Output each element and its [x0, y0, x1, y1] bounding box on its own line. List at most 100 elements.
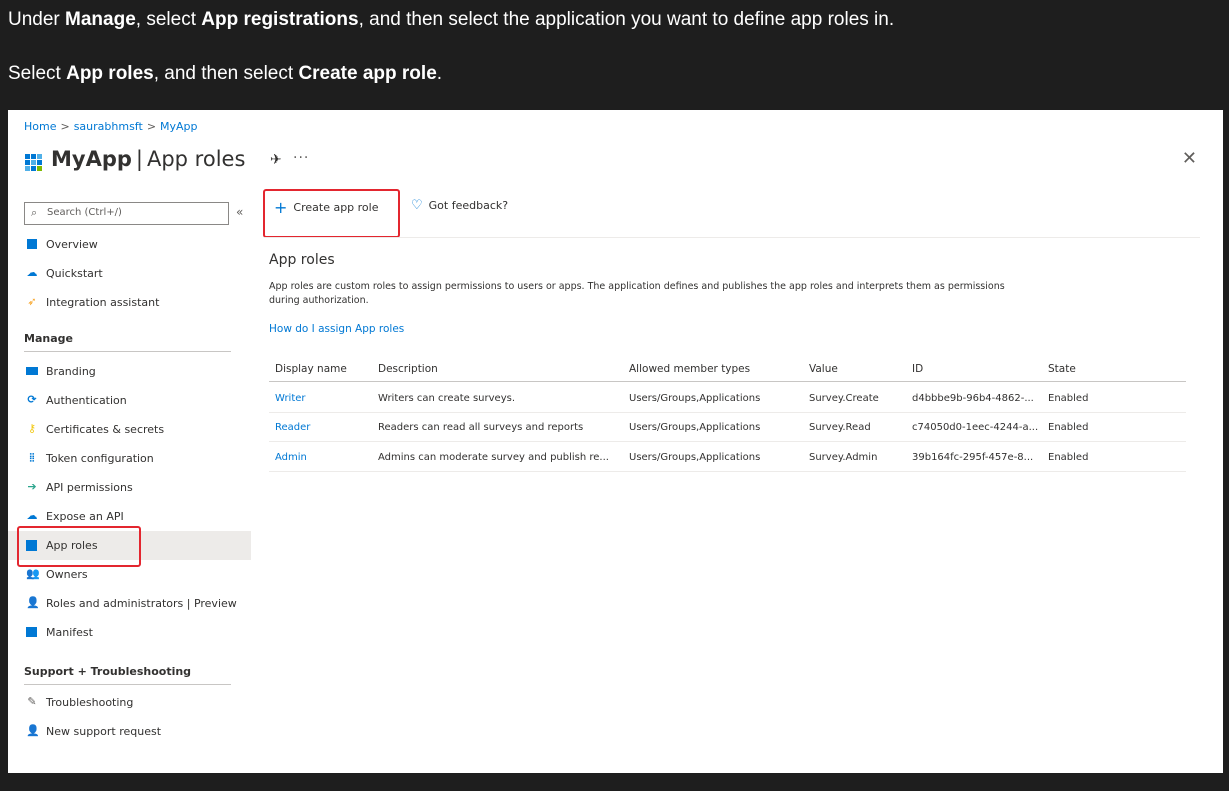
sidebar-item-label: Integration assistant	[46, 296, 160, 309]
sidebar-item-token-configuration[interactable]: ⦙⦙ Token configuration	[8, 444, 251, 473]
row-divider	[269, 441, 1186, 442]
sidebar-item-label: Owners	[46, 568, 88, 581]
table-cell: Survey.Create	[809, 393, 879, 404]
table-cell: Readers can read all surveys and reports	[378, 422, 584, 433]
table-cell: Survey.Admin	[809, 452, 878, 463]
highlight-app-roles	[17, 526, 141, 567]
instruction-line-1: Under Manage, select App registrations, …	[8, 9, 894, 31]
section-divider	[24, 351, 231, 352]
close-icon[interactable]: ✕	[1182, 148, 1197, 169]
instruction-bold: Manage	[65, 9, 136, 30]
help-link[interactable]: How do I assign App roles	[269, 323, 404, 335]
sidebar-item-label: Troubleshooting	[46, 696, 134, 709]
api-permissions-icon: ➔	[27, 480, 37, 493]
instruction-text: , select	[135, 9, 202, 30]
sidebar-item-label: New support request	[46, 725, 162, 738]
column-header-display-name[interactable]: Display name	[275, 363, 347, 375]
sidebar-item-roles-administrators[interactable]: 👤 Roles and administrators | Preview	[8, 589, 251, 618]
overview-icon	[27, 239, 37, 249]
sidebar-item-troubleshooting[interactable]: ✎ Troubleshooting	[8, 688, 251, 717]
instruction-bold: App roles	[66, 63, 154, 84]
instruction-text: , and then select	[153, 63, 299, 84]
owners-icon: 👥	[26, 567, 40, 580]
search-icon: ⌕	[31, 206, 38, 219]
portal-screenshot: Home > saurabhmsft > MyApp MyApp | App roles ✈…	[8, 110, 1223, 773]
cloud-icon: ☁	[26, 509, 38, 522]
support-person-icon: 👤	[26, 724, 40, 737]
table-cell: d4bbbe9b-96b4-4862-...	[912, 393, 1034, 404]
instruction-line-2: Select App roles, and then select Create…	[8, 63, 442, 85]
sidebar-section-support: Support + Troubleshooting	[24, 665, 192, 678]
table-cell: Users/Groups,Applications	[629, 393, 761, 404]
sidebar-item-new-support-request[interactable]: 👤 New support request	[8, 717, 251, 746]
sidebar-search-input[interactable]: ⌕ Search (Ctrl+/)	[24, 202, 229, 225]
role-name-link[interactable]: Writer	[275, 393, 306, 404]
section-divider	[24, 684, 231, 685]
pin-icon[interactable]: ✈	[270, 152, 282, 168]
sidebar-item-label: Manifest	[46, 626, 93, 639]
sidebar-item-quickstart[interactable]: ☁ Quickstart	[8, 259, 251, 288]
token-icon: ⦙⦙	[29, 451, 35, 464]
wrench-icon: ✎	[27, 695, 37, 708]
section-title: App roles	[269, 252, 335, 268]
sidebar-item-branding[interactable]: Branding	[8, 357, 251, 386]
title-separator: |	[135, 147, 143, 171]
table-cell: Enabled	[1048, 422, 1089, 433]
sidebar-item-label: Overview	[46, 238, 98, 251]
sidebar-item-api-permissions[interactable]: ➔ API permissions	[8, 473, 251, 502]
row-divider	[269, 412, 1186, 413]
sidebar-item-integration-assistant[interactable]: ➶ Integration assistant	[8, 288, 251, 317]
row-divider	[269, 471, 1186, 472]
key-icon: ⚷	[27, 422, 37, 435]
instruction-text: .	[436, 63, 443, 84]
sidebar-item-manifest[interactable]: Manifest	[8, 618, 251, 647]
sidebar-item-overview[interactable]: Overview	[8, 230, 251, 259]
table-cell: Enabled	[1048, 393, 1089, 404]
sidebar-item-label: Quickstart	[46, 267, 103, 280]
authentication-icon: ⟳	[27, 393, 37, 406]
heart-icon: ♡	[411, 198, 423, 213]
table-cell: Writers can create surveys.	[378, 393, 516, 404]
search-placeholder: Search (Ctrl+/)	[47, 207, 122, 218]
app-registration-icon	[25, 154, 42, 171]
sidebar-item-label: Token configuration	[46, 452, 154, 465]
sidebar-item-label: Roles and administrators | Preview	[46, 597, 237, 610]
role-name-link[interactable]: Reader	[275, 422, 310, 433]
sidebar-item-label: Certificates & secrets	[46, 423, 165, 436]
feedback-label: Got feedback?	[428, 199, 509, 212]
sidebar-item-certificates[interactable]: ⚷ Certificates & secrets	[8, 415, 251, 444]
breadcrumb-home[interactable]: Home	[24, 120, 56, 133]
section-description: App roles are custom roles to assign per…	[269, 281, 1005, 306]
table-cell: Admins can moderate survey and publish r…	[378, 452, 609, 463]
collapse-sidebar-icon[interactable]: «	[236, 205, 243, 219]
instruction-text: , and then select the application you wa…	[358, 9, 895, 30]
sidebar-item-label: Authentication	[46, 394, 127, 407]
title-app-name: MyApp	[51, 147, 132, 171]
breadcrumb-tenant[interactable]: saurabhmsft	[74, 120, 143, 133]
page-title: MyApp | App roles	[51, 147, 245, 171]
sidebar-item-authentication[interactable]: ⟳ Authentication	[8, 386, 251, 415]
column-header-id[interactable]: ID	[912, 363, 923, 375]
column-header-state[interactable]: State	[1048, 363, 1076, 375]
column-header-member-types[interactable]: Allowed member types	[629, 363, 750, 375]
table-header-divider	[269, 381, 1186, 382]
rocket-icon: ➶	[27, 295, 37, 308]
column-header-description[interactable]: Description	[378, 363, 438, 375]
column-header-value[interactable]: Value	[809, 363, 838, 375]
feedback-button[interactable]: ♡ Got feedback?	[411, 198, 508, 213]
instruction-bold: Create app role	[298, 63, 437, 84]
breadcrumb-separator: >	[146, 120, 157, 133]
role-name-link[interactable]: Admin	[275, 452, 307, 463]
breadcrumb-app[interactable]: MyApp	[160, 120, 198, 133]
table-cell: Survey.Read	[809, 422, 871, 433]
instruction-text: Under	[8, 9, 66, 30]
breadcrumb: Home > saurabhmsft > MyApp	[24, 120, 198, 133]
more-icon[interactable]: ···	[293, 150, 309, 166]
command-bar-divider	[264, 237, 1200, 238]
sidebar-item-label: Branding	[46, 365, 96, 378]
table-cell: Users/Groups,Applications	[629, 452, 761, 463]
manifest-icon	[26, 627, 37, 637]
branding-icon	[26, 367, 38, 375]
title-page-name: App roles	[146, 147, 246, 171]
instruction-bold: App registrations	[201, 9, 359, 30]
